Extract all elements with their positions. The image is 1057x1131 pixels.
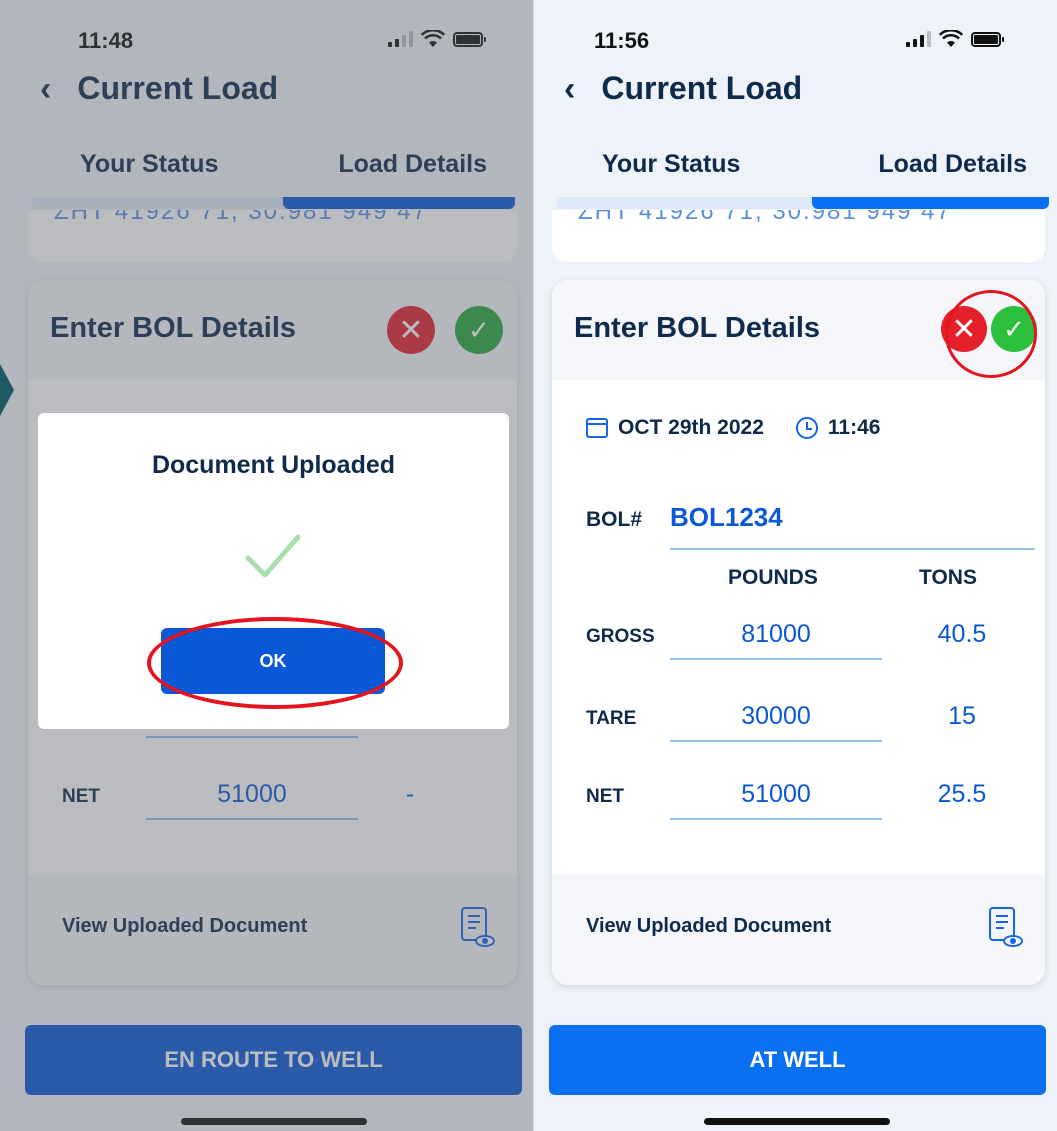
- weight-row-tare: TARE 30000 15: [586, 698, 1035, 744]
- previous-card-text: ZHT 41926 71, 30.981 949 47: [578, 210, 952, 225]
- gross-pounds-input[interactable]: 81000: [670, 620, 882, 649]
- status-time: 11:56: [594, 28, 650, 53]
- bol-time: 11:46: [827, 416, 881, 439]
- arrow-indicator: [0, 364, 14, 416]
- gross-label: GROSS: [586, 626, 655, 647]
- bol-number-row: BOL# BOL1234: [586, 502, 1035, 550]
- at-well-button[interactable]: AT WELL: [549, 1025, 1046, 1095]
- bol-card-title: Enter BOL Details: [574, 312, 821, 344]
- calendar-icon: [586, 418, 608, 438]
- view-uploaded-document-label: View Uploaded Document: [586, 915, 832, 937]
- previous-card: ZHT 41926 71, 30.981 949 47: [552, 210, 1045, 262]
- accept-button-highlight-annotation: [945, 290, 1037, 378]
- tare-tons-value: 15: [948, 702, 976, 730]
- tab-your-status[interactable]: Your Status: [602, 150, 740, 179]
- view-uploaded-document-row[interactable]: View Uploaded Document: [552, 875, 1045, 985]
- battery-icon: [971, 31, 1004, 47]
- bol-details-card: Enter BOL Details ✕ ✓ OCT 29th 2022 11:4…: [552, 280, 1045, 985]
- field-underline: [670, 740, 882, 742]
- field-underline: [670, 548, 1035, 550]
- net-label: NET: [586, 786, 624, 807]
- bol-number-label: BOL#: [586, 508, 643, 531]
- clock-icon: [795, 417, 818, 439]
- net-tons-value: 25.5: [937, 780, 987, 808]
- tab-bar: Your Status Load Details: [556, 150, 1049, 210]
- tab-load-details[interactable]: Load Details: [878, 150, 1027, 179]
- tare-pounds-input[interactable]: 30000: [670, 702, 882, 731]
- status-bar: 11:56: [534, 22, 1057, 58]
- date-time-row: OCT 29th 2022 11:46: [586, 416, 880, 440]
- weight-row-net: NET 51000 25.5: [586, 776, 1035, 822]
- phone-screen-left: 11:48 ‹ Current Load Your Status Load De…: [0, 0, 533, 1131]
- wifi-icon: [939, 30, 963, 47]
- status-icons: [906, 30, 1004, 48]
- page-header: ‹ Current Load: [564, 70, 802, 107]
- net-pounds-input[interactable]: 51000: [670, 780, 882, 809]
- document-view-icon[interactable]: [989, 907, 1023, 947]
- gross-tons-value: 40.5: [937, 620, 987, 648]
- weight-row-gross: GROSS 81000 40.5: [586, 616, 1035, 662]
- bol-number-input[interactable]: BOL1234: [670, 502, 783, 533]
- tare-label: TARE: [586, 708, 637, 729]
- phone-screen-right: 11:56 ‹ Current Load Your Status Load De…: [533, 0, 1057, 1131]
- dialog-title: Document Uploaded: [151, 451, 396, 479]
- page-title: Current Load: [601, 70, 803, 106]
- field-underline: [670, 818, 882, 820]
- home-indicator: [704, 1118, 890, 1125]
- ok-button-highlight-annotation: [147, 617, 403, 709]
- success-check-icon: [245, 534, 301, 578]
- back-chevron-icon[interactable]: ‹: [564, 72, 575, 106]
- bol-date: OCT 29th 2022: [618, 416, 764, 439]
- cellular-signal-icon: [906, 31, 931, 47]
- tons-column-header: TONS: [919, 566, 977, 589]
- tab-active-indicator: [812, 197, 1049, 209]
- pounds-column-header: POUNDS: [728, 566, 818, 589]
- field-underline: [670, 658, 882, 660]
